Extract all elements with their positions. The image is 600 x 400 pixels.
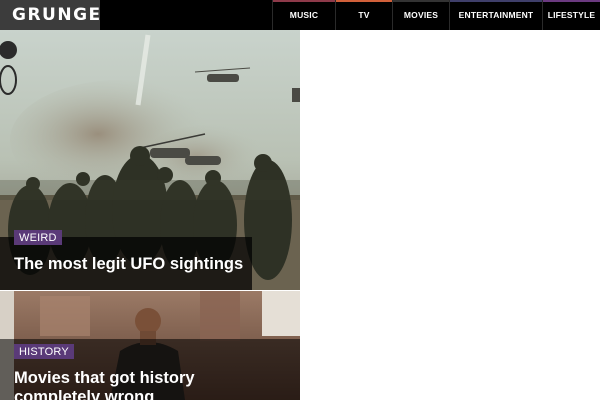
site-header: GRUNGE MUSIC TV MOVIES ENTERTAINMENT LIF… bbox=[0, 0, 600, 30]
nav-lifestyle[interactable]: LIFESTYLE bbox=[542, 0, 600, 30]
nav-tv[interactable]: TV bbox=[335, 0, 392, 30]
category-tag[interactable]: WEIRD bbox=[14, 230, 62, 245]
main-nav: MUSIC TV MOVIES ENTERTAINMENT LIFESTYLE bbox=[272, 0, 600, 30]
article-title[interactable]: Movies that got history completely wrong bbox=[14, 369, 274, 400]
article-card-ufo[interactable]: WEIRD The most legit UFO sightings bbox=[0, 30, 300, 290]
article-card-history[interactable]: HISTORY Movies that got history complete… bbox=[0, 291, 300, 400]
nav-entertainment[interactable]: ENTERTAINMENT bbox=[449, 0, 542, 30]
site-logo[interactable]: GRUNGE bbox=[0, 0, 100, 30]
article-title[interactable]: The most legit UFO sightings bbox=[14, 255, 243, 274]
nav-movies[interactable]: MOVIES bbox=[392, 0, 449, 30]
nav-music[interactable]: MUSIC bbox=[272, 0, 335, 30]
category-tag[interactable]: HISTORY bbox=[14, 344, 74, 359]
